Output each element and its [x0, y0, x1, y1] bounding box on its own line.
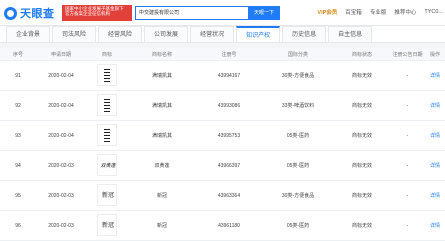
search-button[interactable]: 天眼一下 — [248, 6, 280, 20]
detail-link[interactable]: 详情 — [425, 192, 445, 199]
tab-ip[interactable]: 知识产权 — [236, 26, 281, 42]
row-date: 2020-02-04 — [48, 72, 74, 79]
table-row[interactable]: 96 2020-02-03 新冠 新冠 43961180 05类-医药 商标无效… — [0, 211, 445, 241]
trademark-image-text: 新冠 — [101, 192, 114, 199]
row-class: 33类-啤酒饮料 — [281, 103, 315, 109]
row-name: 满瑞凯其 — [151, 133, 172, 139]
row-reg: 43963364 — [217, 192, 241, 199]
row-name: 满瑞凯其 — [151, 103, 172, 109]
row-date: 2020-02-03 — [48, 222, 74, 229]
row-class: 30类-方便食品 — [281, 73, 315, 79]
col-pub-date: 注册公告日期 — [392, 51, 423, 58]
trademark-image-text: 双黄莲 — [100, 162, 116, 169]
tab-background[interactable]: 企业背景 — [6, 26, 51, 42]
row-reg: 43966397 — [217, 162, 241, 169]
nav-pro[interactable]: 专业版 — [370, 8, 387, 16]
col-action: 操作 — [429, 51, 440, 58]
row-index: 93 — [15, 132, 21, 139]
detail-link[interactable]: 详情 — [425, 162, 445, 169]
row-pub: - — [406, 102, 409, 109]
tab-operations[interactable]: 经营状况 — [190, 26, 235, 42]
trademark-image-text: 新冠 — [101, 222, 114, 229]
row-date: 2020-02-03 — [48, 162, 74, 169]
col-name: 商标名称 — [151, 51, 172, 58]
logo-text: 天眼查 — [20, 8, 55, 20]
detail-link[interactable]: 详情 — [425, 72, 445, 79]
logo[interactable]: 天眼查 — [4, 4, 55, 22]
row-reg: 43995753 — [217, 132, 241, 139]
nav-vip[interactable]: VIP会员 — [317, 8, 337, 16]
col-image: 商标 — [101, 51, 112, 58]
row-reg: 43961180 — [218, 222, 240, 229]
row-pub: - — [406, 162, 409, 169]
row-name: 双黄莲 — [154, 163, 170, 169]
row-status: 商标无效 — [351, 223, 372, 229]
row-pub: - — [406, 222, 409, 229]
row-status: 商标无效 — [351, 193, 372, 199]
top-nav: VIP会员 百宝箱 专业版 推荐中心 TYC0... — [317, 8, 443, 16]
trademark-image[interactable]: 新冠 — [86, 183, 128, 208]
row-class: 05类-医药 — [286, 133, 310, 139]
row-status: 商标无效 — [351, 163, 372, 169]
nav-toolbox[interactable]: 百宝箱 — [345, 8, 362, 16]
detail-link[interactable]: 详情 — [425, 132, 445, 139]
row-class: 05类-医药 — [286, 223, 310, 229]
row-index: 96 — [15, 222, 21, 229]
tab-history[interactable]: 历史信息 — [282, 26, 327, 42]
detail-link[interactable]: 详情 — [425, 102, 445, 109]
nav-user[interactable]: TYC0... — [424, 9, 443, 15]
top-bar: 天眼查 国家中小企业发展子基金旗下 官方备案企业征信机构 中交建投有限公司 天眼… — [0, 0, 445, 26]
row-pub: - — [406, 132, 409, 139]
trademark-image[interactable] — [86, 63, 128, 88]
tab-judicial-risk[interactable]: 司法风险 — [52, 26, 97, 42]
logo-icon — [4, 6, 17, 20]
nav-recommend[interactable]: 推荐中心 — [394, 8, 416, 16]
trademark-image[interactable]: 新冠 — [86, 213, 128, 238]
row-index: 92 — [15, 102, 21, 109]
row-index: 94 — [15, 162, 21, 169]
col-date: 申请日期 — [50, 51, 71, 58]
tab-self-info[interactable]: 自主信息 — [328, 26, 373, 42]
col-status: 商标状态 — [351, 51, 372, 58]
row-name: 新冠 — [156, 223, 167, 229]
table-row[interactable]: 95 2020-02-03 新冠 新冠 43963364 30类-方便食品 商标… — [0, 181, 445, 211]
row-date: 2020-02-04 — [48, 132, 74, 139]
tab-operating-risk[interactable]: 经营风险 — [98, 26, 143, 42]
row-status: 商标无效 — [351, 103, 372, 109]
tab-development[interactable]: 公司发展 — [144, 26, 189, 42]
col-class: 国际分类 — [287, 51, 308, 58]
trademark-table: 序号 申请日期 商标 商标名称 注册号 国际分类 商标状态 注册公告日期 操作 … — [0, 48, 445, 241]
row-reg: 43994167 — [217, 72, 241, 79]
section-tabs: 企业背景 司法风险 经营风险 公司发展 经营状况 知识产权 历史信息 自主信息 — [0, 26, 445, 43]
row-date: 2020-02-03 — [48, 192, 74, 199]
col-reg: 注册号 — [221, 51, 237, 58]
table-row[interactable]: 93 2020-02-04 满瑞凯其 43995753 05类-医药 商标无效 … — [0, 121, 445, 151]
row-class: 05类-医药 — [286, 163, 310, 169]
row-index: 95 — [15, 192, 21, 199]
table-row[interactable]: 91 2020-02-04 满瑞凯其 43994167 30类-方便食品 商标无… — [0, 61, 445, 91]
promo-banner[interactable]: 国家中小企业发展子基金旗下 官方备案企业征信机构 — [62, 5, 132, 21]
trademark-image[interactable] — [86, 123, 128, 148]
row-pub: - — [406, 72, 409, 79]
row-status: 商标无效 — [351, 73, 372, 79]
table-row[interactable]: 92 2020-02-04 满瑞凯其 43993086 33类-啤酒饮料 商标无… — [0, 91, 445, 121]
table-header: 序号 申请日期 商标 商标名称 注册号 国际分类 商标状态 注册公告日期 操作 — [0, 48, 445, 61]
row-pub: - — [406, 192, 409, 199]
row-name: 新冠 — [156, 193, 167, 199]
row-name: 满瑞凯其 — [151, 73, 172, 79]
trademark-image[interactable] — [86, 93, 128, 118]
trademark-image[interactable]: 双黄莲 — [86, 153, 128, 178]
row-class: 30类-方便食品 — [281, 193, 315, 199]
col-index: 序号 — [12, 51, 23, 58]
row-reg: 43993086 — [217, 102, 241, 109]
table-row[interactable]: 94 2020-02-03 双黄莲 双黄莲 43966397 05类-医药 商标… — [0, 151, 445, 181]
row-index: 91 — [15, 72, 21, 79]
detail-link[interactable]: 详情 — [425, 222, 445, 229]
row-status: 商标无效 — [351, 133, 372, 139]
row-date: 2020-02-04 — [48, 102, 74, 109]
